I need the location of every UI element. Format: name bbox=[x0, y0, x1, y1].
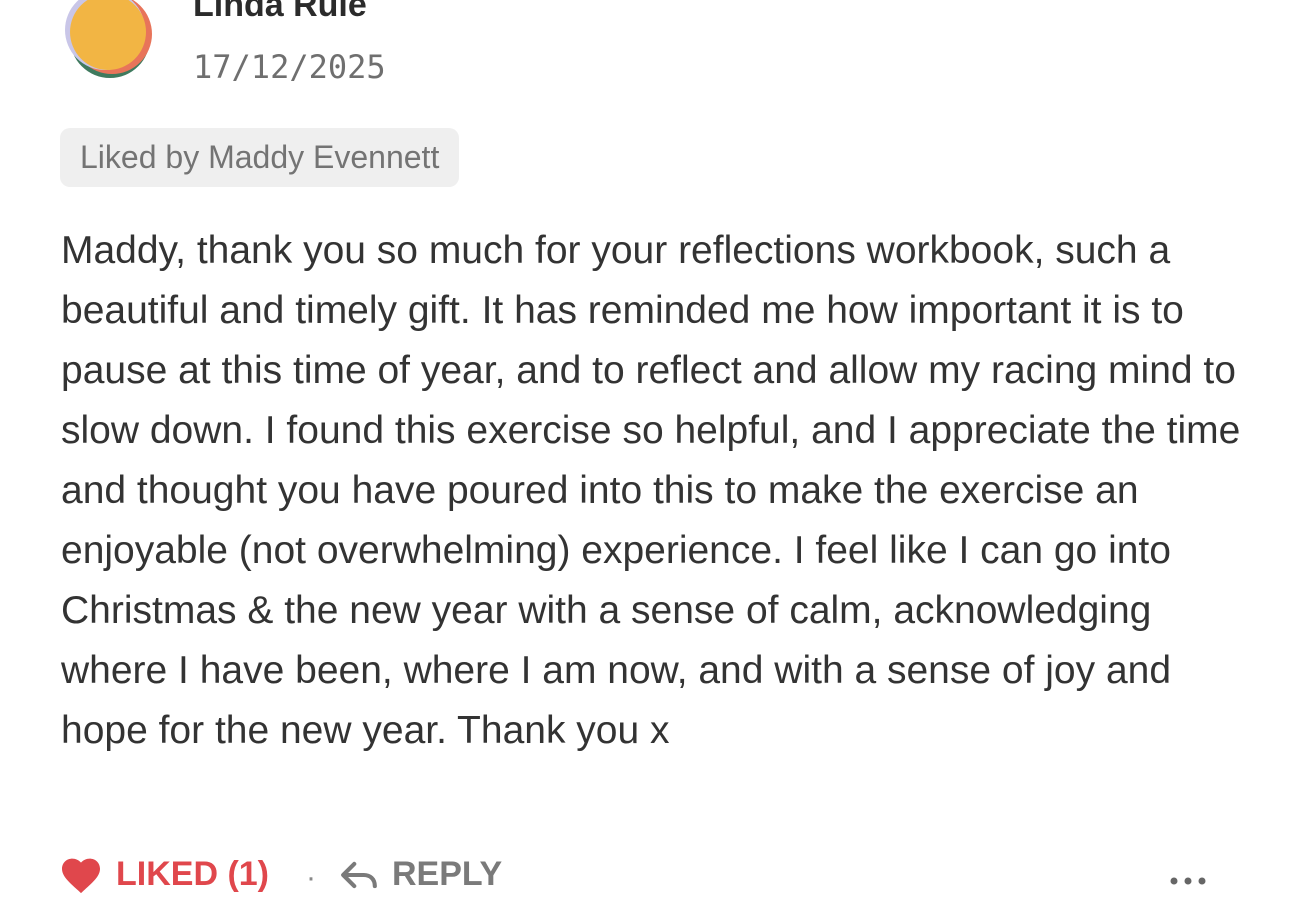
like-label: LIKED (1) bbox=[116, 855, 269, 893]
reply-label: REPLY bbox=[392, 855, 503, 893]
comment-text: Maddy, thank you so much for your reflec… bbox=[61, 229, 1241, 752]
heart-icon bbox=[62, 858, 100, 893]
liked-by-badge: Liked by Maddy Evennett bbox=[60, 128, 460, 187]
comment-card: Linda Rule 17/12/2025 Liked by Maddy Eve… bbox=[0, 0, 1290, 899]
separator-dot: · bbox=[306, 861, 316, 894]
author-name[interactable]: Linda Rule bbox=[193, 0, 367, 25]
more-options-button[interactable] bbox=[1166, 861, 1210, 891]
avatar[interactable] bbox=[58, 0, 158, 82]
reply-button[interactable]: REPLY bbox=[340, 855, 502, 894]
comment-actions: LIKED (1) · REPLY bbox=[60, 855, 1220, 909]
comment-date: 17/12/2025 bbox=[193, 48, 386, 86]
avatar-image bbox=[65, 0, 152, 78]
more-horizontal-icon bbox=[1170, 877, 1206, 885]
reply-arrow-icon bbox=[341, 861, 377, 888]
like-button[interactable]: LIKED (1) bbox=[60, 855, 269, 894]
